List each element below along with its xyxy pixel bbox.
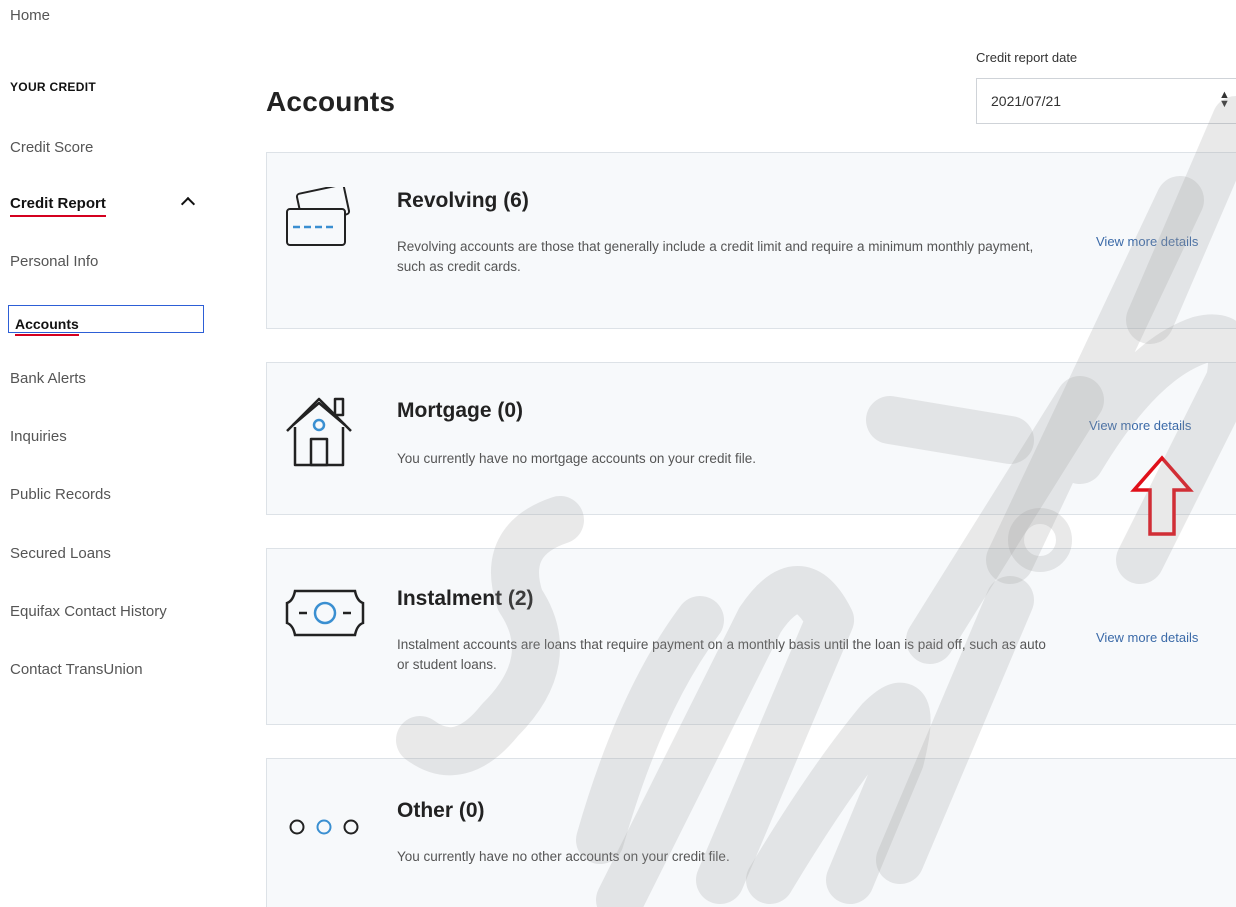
card-title-other: Other (0): [397, 799, 485, 822]
chevron-up-icon[interactable]: [180, 196, 196, 212]
nav-item-secured-loans[interactable]: Secured Loans: [10, 545, 111, 562]
nav-item-personal-info[interactable]: Personal Info: [10, 253, 98, 270]
nav-item-credit-report-label: Credit Report: [10, 195, 106, 217]
account-card-revolving: Revolving (6) Revolving accounts are tho…: [266, 152, 1236, 329]
credit-card-icon: [286, 187, 351, 246]
nav-item-bank-alerts[interactable]: Bank Alerts: [10, 370, 86, 387]
annotation-arrow-icon: [1130, 455, 1194, 536]
house-icon: [286, 397, 352, 467]
nav-item-credit-report[interactable]: Credit Report: [10, 195, 106, 217]
card-description-mortgage: You currently have no mortgage accounts …: [397, 451, 756, 466]
view-more-details-link-mortgage[interactable]: View more details: [1089, 418, 1191, 433]
select-arrows-icon: ▲ ▼: [1219, 89, 1230, 110]
account-card-other: Other (0) You currently have no other ac…: [266, 758, 1236, 907]
card-title-instalment: Instalment (2): [397, 587, 534, 610]
page-title: Accounts: [266, 86, 396, 117]
account-card-mortgage: Mortgage (0) You currently have no mortg…: [266, 362, 1236, 515]
card-description-instalment: Instalment accounts are loans that requi…: [397, 637, 1046, 672]
nav-item-contact-transunion[interactable]: Contact TransUnion: [10, 661, 143, 678]
nav-item-credit-score[interactable]: Credit Score: [10, 139, 93, 156]
account-card-instalment: Instalment (2) Instalment accounts are l…: [266, 548, 1236, 725]
nav-item-equifax-contact-history[interactable]: Equifax Contact History: [10, 603, 167, 620]
card-description-revolving: Revolving accounts are those that genera…: [397, 239, 1034, 274]
credit-report-date-select[interactable]: 2021/07/21 ▲ ▼: [976, 78, 1236, 124]
view-more-details-link-instalment[interactable]: View more details: [1096, 630, 1198, 645]
nav-section-heading: YOUR CREDIT: [10, 80, 96, 94]
sidebar: Home YOUR CREDIT Credit Score Credit Rep…: [0, 0, 230, 907]
nav-item-inquiries[interactable]: Inquiries: [10, 428, 67, 445]
nav-home[interactable]: Home: [10, 7, 50, 24]
nav-item-public-records[interactable]: Public Records: [10, 486, 111, 503]
money-bill-icon: [285, 589, 365, 637]
three-circles-icon: [289, 819, 359, 835]
nav-item-accounts[interactable]: Accounts: [8, 305, 204, 336]
card-title-revolving: Revolving (6): [397, 189, 529, 212]
card-title-mortgage: Mortgage (0): [397, 399, 523, 422]
credit-report-date-label: Credit report date: [976, 50, 1078, 65]
card-description-other: You currently have no other accounts on …: [397, 849, 730, 864]
credit-report-date-value: 2021/07/21: [991, 93, 1062, 109]
view-more-details-link-revolving[interactable]: View more details: [1096, 234, 1198, 249]
